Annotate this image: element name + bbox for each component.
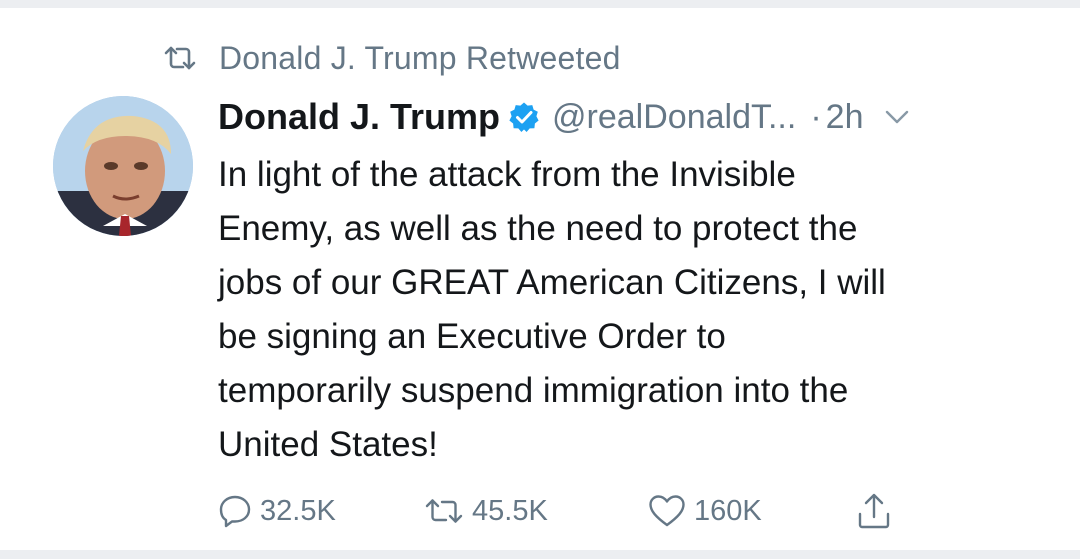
author-name[interactable]: Donald J. Trump bbox=[218, 96, 500, 138]
heart-icon bbox=[648, 494, 686, 528]
tweet-body: In light of the attack from the Invisibl… bbox=[218, 148, 1018, 472]
tweet-text-line: United States! bbox=[218, 425, 438, 464]
avatar[interactable] bbox=[53, 96, 193, 236]
tweet-actions: 32.5K 45.5K 160K bbox=[218, 486, 918, 536]
retweet-count: 45.5K bbox=[472, 494, 548, 527]
author-handle[interactable]: @realDonaldT... bbox=[552, 98, 796, 137]
retweet-context-label[interactable]: Donald J. Trump Retweeted bbox=[219, 40, 621, 77]
retweet-icon bbox=[424, 497, 464, 525]
reply-count: 32.5K bbox=[260, 494, 336, 527]
retweet-context: Donald J. Trump Retweeted bbox=[163, 38, 621, 78]
chevron-down-icon[interactable] bbox=[885, 105, 909, 129]
retweet-button[interactable]: 45.5K bbox=[424, 486, 548, 536]
tweet-text-line: temporarily suspend immigration into the bbox=[218, 371, 849, 410]
like-button[interactable]: 160K bbox=[648, 486, 762, 536]
retweet-icon bbox=[163, 45, 197, 71]
tweet-text-line: be signing an Executive Order to bbox=[218, 317, 726, 356]
reply-icon bbox=[218, 494, 252, 528]
like-count: 160K bbox=[694, 494, 762, 527]
tweet-text-line: In light of the attack from the Invisibl… bbox=[218, 155, 796, 194]
tweet-header: Donald J. Trump @realDonaldT... · 2h bbox=[218, 92, 1038, 142]
tweet-text-line: jobs of our GREAT American Citizens, I w… bbox=[218, 263, 886, 302]
separator-dot: · bbox=[810, 97, 822, 136]
verified-badge-icon bbox=[508, 101, 540, 133]
share-button[interactable] bbox=[856, 486, 900, 536]
tweet-text-line: Enemy, as well as the need to protect th… bbox=[218, 209, 858, 248]
reply-button[interactable]: 32.5K bbox=[218, 486, 336, 536]
tweet-card[interactable]: Donald J. Trump Retweeted Donald J. Trum… bbox=[0, 0, 1080, 559]
share-icon bbox=[856, 492, 892, 530]
tweet-timestamp[interactable]: 2h bbox=[826, 98, 864, 137]
